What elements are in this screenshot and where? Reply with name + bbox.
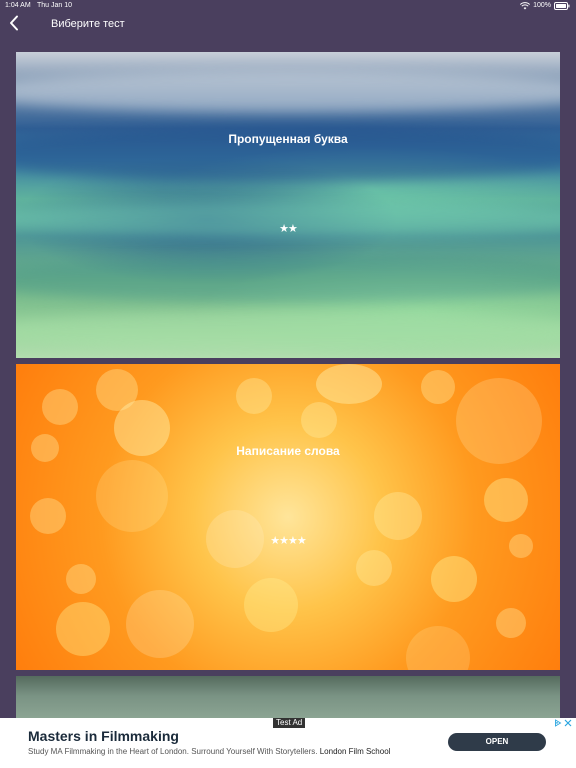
- bokeh-circle: [30, 498, 66, 534]
- ad-banner[interactable]: Test Ad Masters in Filmmaking Study MA F…: [0, 718, 576, 768]
- ad-headline: Masters in Filmmaking: [28, 728, 179, 744]
- bokeh-circle: [42, 389, 78, 425]
- ad-description: Study MA Filmmaking in the Heart of Lond…: [28, 747, 318, 756]
- test-card-word-spelling[interactable]: Написание слова ★★★★: [16, 364, 560, 670]
- battery-percent: 100%: [533, 2, 551, 9]
- test-card-missing-letter[interactable]: Пропущенная буква ★★: [16, 52, 560, 358]
- bokeh-circle: [126, 590, 194, 658]
- battery-icon: [554, 2, 570, 10]
- bokeh-circle: [96, 460, 168, 532]
- back-button[interactable]: [4, 14, 24, 36]
- status-right: 100%: [520, 0, 570, 12]
- bokeh-circle: [66, 564, 96, 594]
- page-title: Виберите тест: [51, 18, 125, 30]
- bokeh-circle: [244, 578, 298, 632]
- difficulty-stars: ★★: [279, 223, 298, 235]
- bokeh-circle: [484, 478, 528, 522]
- background-streak: [16, 312, 560, 352]
- nav-bar: Виберите тест: [0, 12, 576, 38]
- test-card-title: Написание слова: [236, 444, 340, 458]
- test-card-title: Пропущенная буква: [228, 132, 348, 146]
- ad-label: Test Ad: [273, 718, 306, 728]
- ad-advertiser: London Film School: [319, 747, 391, 756]
- wifi-icon: [520, 2, 531, 10]
- background-streak: [16, 72, 560, 112]
- status-bar: 1:04 AM Thu Jan 10 100%: [0, 0, 576, 12]
- bokeh-circle: [356, 550, 392, 586]
- adchoices-icon[interactable]: [554, 719, 562, 729]
- bokeh-circle: [316, 364, 382, 404]
- background-streak: [16, 257, 560, 302]
- chevron-left-icon: [9, 15, 19, 36]
- bokeh-circle: [496, 608, 526, 638]
- bokeh-circle: [301, 402, 337, 438]
- status-time: 1:04 AM: [5, 2, 31, 9]
- ad-open-button[interactable]: OPEN: [448, 733, 546, 751]
- bokeh-circle: [421, 370, 455, 404]
- close-icon[interactable]: [564, 719, 572, 729]
- status-date: Thu Jan 10: [37, 2, 73, 9]
- bokeh-circle: [236, 378, 272, 414]
- bokeh-circle: [374, 492, 422, 540]
- bokeh-circle: [56, 602, 110, 656]
- ad-body: Study MA Filmmaking in the Heart of Lond…: [28, 746, 390, 758]
- difficulty-stars: ★★★★: [270, 535, 306, 547]
- bokeh-circle: [406, 626, 470, 670]
- bokeh-circle: [431, 556, 477, 602]
